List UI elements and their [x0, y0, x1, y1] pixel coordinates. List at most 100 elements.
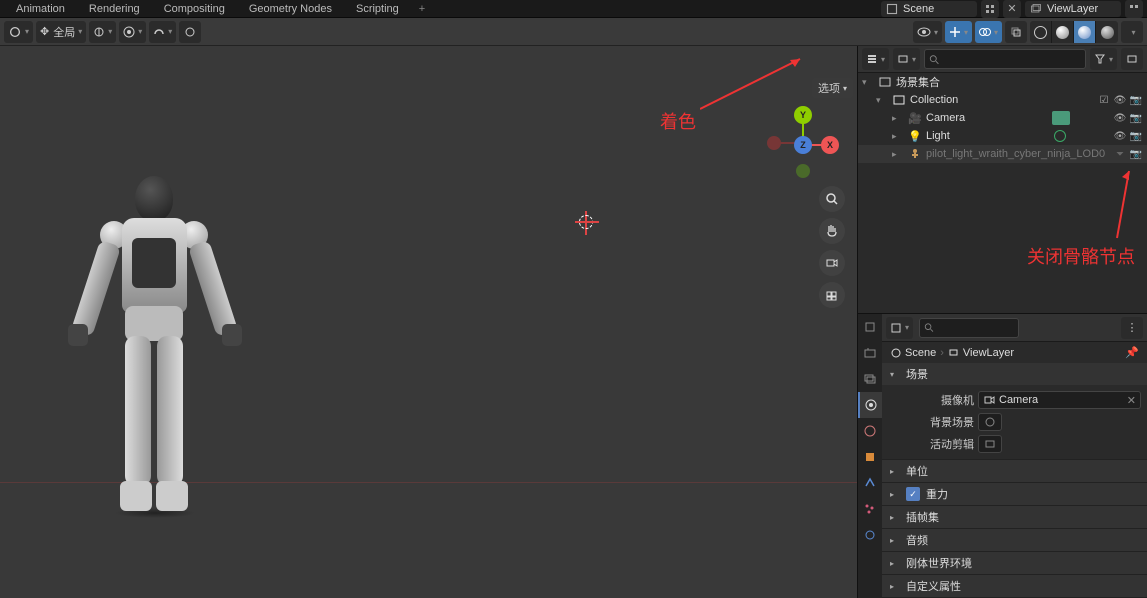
- tab-geometry-nodes[interactable]: Geometry Nodes: [237, 1, 344, 17]
- gravity-checkbox[interactable]: ✓: [906, 487, 920, 501]
- pin-icon[interactable]: 📌: [1125, 346, 1139, 359]
- camera-view-button[interactable]: [819, 250, 845, 276]
- camera-label: 摄像机: [888, 392, 974, 408]
- nav-gizmo[interactable]: Y X Z: [767, 106, 839, 178]
- editor-type-button[interactable]: [4, 21, 33, 43]
- axis-x[interactable]: X: [821, 136, 839, 154]
- exclude-checkbox[interactable]: ☑: [1097, 95, 1111, 106]
- tree-collection[interactable]: ▾ Collection ☑👁📷: [858, 91, 1147, 109]
- prop-tab-object[interactable]: [858, 444, 882, 470]
- active-clip-field[interactable]: [978, 435, 1002, 453]
- panel-customprops-header[interactable]: ▸自定义属性: [882, 575, 1147, 597]
- scene-icon: [885, 2, 899, 16]
- outliner-display-mode[interactable]: [893, 48, 920, 70]
- prop-tab-output[interactable]: [858, 340, 882, 366]
- shading-mode-group: [1030, 21, 1118, 43]
- viewport-3d[interactable]: 选项▾ Y X Z: [0, 46, 857, 598]
- axis-y[interactable]: Y: [794, 106, 812, 124]
- render-toggle[interactable]: 📷: [1129, 95, 1143, 106]
- scene-icon: [890, 347, 902, 359]
- visibility-eye[interactable]: 👁: [1113, 131, 1127, 142]
- prop-tab-scene[interactable]: [858, 392, 882, 418]
- prop-tab-world[interactable]: [858, 418, 882, 444]
- visibility-dropdown[interactable]: [913, 21, 942, 43]
- tree-item-camera[interactable]: ▸ 🎥 Camera 👁📷: [858, 109, 1147, 127]
- tree-scene-collection[interactable]: ▾ 场景集合: [858, 73, 1147, 91]
- camera-badge: [1052, 111, 1070, 125]
- axis-neg-y[interactable]: [796, 164, 810, 178]
- perspective-toggle[interactable]: [819, 282, 845, 308]
- shading-solid[interactable]: [1052, 21, 1074, 43]
- tab-scripting[interactable]: Scripting: [344, 1, 411, 17]
- overlay-toggle[interactable]: [975, 21, 1002, 43]
- prop-tab-render[interactable]: [858, 314, 882, 340]
- render-toggle[interactable]: 📷: [1129, 113, 1143, 124]
- panel-gravity-header[interactable]: ▸✓重力: [882, 483, 1147, 505]
- viewport-options-dropdown[interactable]: 选项▾: [812, 78, 853, 98]
- prop-tab-physics[interactable]: [858, 522, 882, 548]
- interaction-mode-dropdown[interactable]: ✥ 全局: [36, 21, 86, 43]
- outliner-search-input[interactable]: [939, 53, 1081, 65]
- panel-units-header[interactable]: ▸单位: [882, 460, 1147, 482]
- prop-tab-modifier[interactable]: [858, 470, 882, 496]
- add-workspace-button[interactable]: +: [411, 1, 433, 17]
- props-options[interactable]: ⋮: [1121, 317, 1143, 339]
- viewlayer-remove-button[interactable]: [1125, 0, 1143, 18]
- props-breadcrumb: Scene › ViewLayer 📌: [890, 346, 1139, 359]
- render-toggle[interactable]: 📷: [1129, 131, 1143, 142]
- panel-audio-header[interactable]: ▸音频: [882, 529, 1147, 551]
- camera-field[interactable]: Camera ✕: [978, 391, 1141, 409]
- pivot-dropdown[interactable]: [119, 21, 146, 43]
- viewlayer-name-input[interactable]: [1047, 3, 1117, 15]
- props-editor-type[interactable]: [886, 317, 913, 339]
- annotation-shading: 着色: [660, 108, 696, 134]
- outliner-editor-type[interactable]: [862, 48, 889, 70]
- visibility-eye-closed[interactable]: ⏷: [1113, 149, 1127, 160]
- bg-scene-field[interactable]: [978, 413, 1002, 431]
- gizmo-toggle[interactable]: [945, 21, 972, 43]
- tree-item-light[interactable]: ▸ 💡 Light 👁📷: [858, 127, 1147, 145]
- character-mesh[interactable]: [60, 176, 250, 546]
- props-search[interactable]: [919, 318, 1019, 338]
- zoom-button[interactable]: [819, 186, 845, 212]
- scene-name-input[interactable]: [903, 3, 973, 15]
- shading-material[interactable]: [1074, 21, 1096, 43]
- orientation-dropdown[interactable]: [89, 21, 116, 43]
- tab-animation[interactable]: Animation: [4, 1, 77, 17]
- prop-tab-viewlayer[interactable]: [858, 366, 882, 392]
- tab-compositing[interactable]: Compositing: [152, 1, 237, 17]
- render-toggle[interactable]: 📷: [1129, 149, 1143, 160]
- viewlayer-icon: [948, 347, 960, 359]
- viewlayer-selector[interactable]: [1025, 1, 1121, 17]
- outliner-search[interactable]: [924, 49, 1086, 69]
- shading-wireframe[interactable]: [1030, 21, 1052, 43]
- outliner-tree[interactable]: ▾ 场景集合 ▾ Collection ☑👁📷 ▸ 🎥 Camera 👁📷 ▸ …: [858, 73, 1147, 313]
- tab-rendering[interactable]: Rendering: [77, 1, 152, 17]
- proportional-edit-button[interactable]: [179, 21, 201, 43]
- scene-close-button[interactable]: ✕: [1003, 0, 1021, 18]
- outliner-filter[interactable]: [1090, 48, 1117, 70]
- panel-keying-header[interactable]: ▸插帧集: [882, 506, 1147, 528]
- panel-scene-header[interactable]: ▾场景: [882, 363, 1147, 385]
- xray-toggle[interactable]: [1005, 21, 1027, 43]
- scene-selector[interactable]: [881, 1, 977, 17]
- panel-rigidbody-header[interactable]: ▸刚体世界环境: [882, 552, 1147, 574]
- visibility-eye[interactable]: 👁: [1113, 95, 1127, 106]
- visibility-eye[interactable]: 👁: [1113, 113, 1127, 124]
- shading-options-dropdown[interactable]: [1121, 21, 1143, 43]
- tree-item-armature[interactable]: ▸ pilot_light_wraith_cyber_ninja_LOD0 ⏷📷: [858, 145, 1147, 163]
- camera-icon: 🎥: [907, 110, 923, 126]
- clear-camera[interactable]: ✕: [1127, 394, 1136, 407]
- prop-tab-particle[interactable]: [858, 496, 882, 522]
- pan-button[interactable]: [819, 218, 845, 244]
- axis-neg-x[interactable]: [767, 136, 781, 150]
- viewlayer-icon: [1029, 2, 1043, 16]
- axis-z[interactable]: Z: [794, 136, 812, 154]
- annotation-arrow-2: [1097, 163, 1137, 243]
- outliner-new-collection[interactable]: [1121, 48, 1143, 70]
- collection-icon: [891, 92, 907, 108]
- bg-scene-label: 背景场景: [888, 414, 974, 430]
- shading-rendered[interactable]: [1096, 21, 1118, 43]
- snap-dropdown[interactable]: [149, 21, 176, 43]
- scene-browse-button[interactable]: [981, 0, 999, 18]
